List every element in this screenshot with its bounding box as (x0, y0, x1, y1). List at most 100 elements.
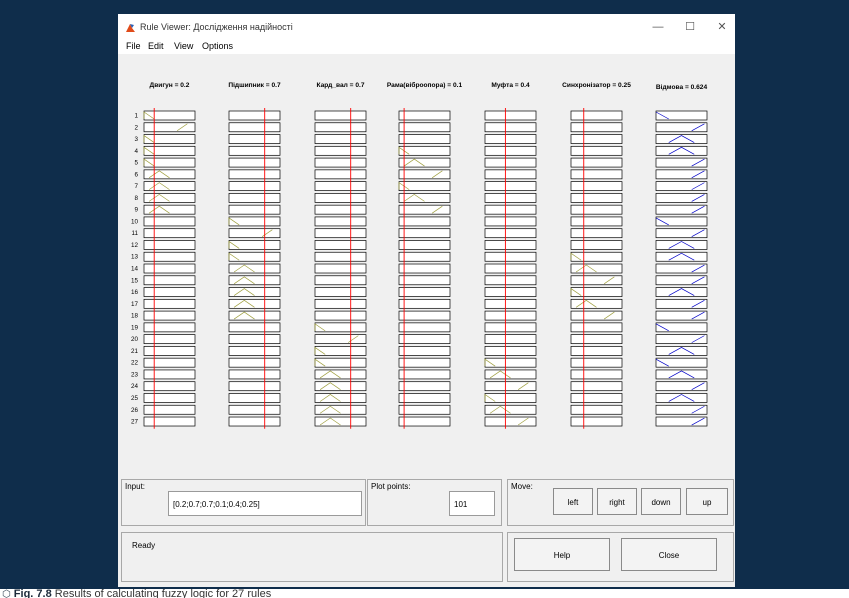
rule-input-box (143, 357, 196, 368)
rule-number: 3 (134, 136, 138, 143)
rule-number: 14 (131, 266, 139, 273)
rule-input-box (570, 357, 623, 368)
rule-input-box (398, 298, 451, 309)
rule-input-box (398, 369, 451, 380)
rule-number: 22 (131, 360, 139, 367)
rule-input-box (484, 322, 537, 333)
rule-input-box (570, 322, 623, 333)
rule-input-box (314, 287, 367, 297)
rule-input-box (314, 122, 367, 133)
move-down-button[interactable]: down (641, 488, 681, 515)
rule-input-box (484, 287, 537, 297)
rule-input-box (143, 334, 196, 344)
rule-number: 8 (134, 195, 138, 202)
rule-input-box (484, 145, 537, 156)
figure-caption: ⬡ Fig. 7.8 Results of calculating fuzzy … (0, 589, 849, 598)
rule-number: 24 (131, 383, 139, 390)
rule-input-box (228, 381, 281, 392)
rule-input-box (398, 416, 451, 427)
rule-input-box (228, 322, 281, 333)
menu-bar: File Edit View Options (118, 40, 735, 54)
rules-plot: Двигун = 0.2 Підшипник = 0.7 Кард_вал = 0.… (131, 81, 708, 429)
plot-points-label: Plot points: (371, 482, 411, 491)
rule-input-box (143, 287, 196, 297)
rule-number: 13 (131, 254, 139, 261)
rule-input-box (143, 251, 196, 262)
move-up-button[interactable]: up (686, 488, 728, 515)
rule-input-box (570, 181, 623, 191)
caption-text: Results of calculating fuzzy logic for 2… (51, 589, 272, 598)
rule-input-box (314, 145, 367, 156)
rule-input-box (570, 193, 623, 203)
rule-input-box (484, 216, 537, 227)
rule-input-box (228, 357, 281, 368)
help-button[interactable]: Help (514, 538, 610, 571)
rule-input-box (143, 216, 196, 227)
rule-input-box (398, 122, 451, 133)
rule-input-box (228, 404, 281, 415)
rule-output-box (655, 357, 708, 368)
rule-output-box (655, 228, 708, 239)
close-button[interactable]: Close (621, 538, 717, 571)
rule-input-box (314, 251, 367, 262)
menu-options[interactable]: Options (202, 41, 233, 51)
input-panel: Input: [0.2;0.7;0.7;0.1;0.4;0.25] (121, 479, 366, 526)
rule-input-box (398, 393, 451, 403)
plot-points-field[interactable]: 101 (449, 491, 495, 516)
menu-view[interactable]: View (174, 41, 193, 51)
rule-output-box (655, 334, 708, 344)
rule-input-box (398, 145, 451, 156)
rule-input-box (398, 404, 451, 415)
rule-number: 11 (131, 230, 138, 237)
rule-input-box (484, 393, 537, 403)
rule-number: 7 (134, 183, 138, 190)
rule-input-box (570, 251, 623, 262)
rule-input-box (314, 216, 367, 227)
rule-output-box (655, 157, 708, 168)
rule-input-box (143, 393, 196, 403)
rule-input-box (143, 110, 196, 121)
menu-file[interactable]: File (126, 41, 141, 51)
rule-input-box (143, 145, 196, 156)
rule-output-box (655, 110, 708, 121)
rule-input-box (314, 275, 367, 286)
maximize-icon[interactable]: ☐ (677, 17, 703, 37)
move-right-button[interactable]: right (597, 488, 637, 515)
rule-input-box (570, 334, 623, 344)
close-window-icon[interactable]: ✕ (709, 17, 735, 37)
menu-edit[interactable]: Edit (148, 41, 164, 51)
rule-input-box (484, 228, 537, 239)
rule-input-box (570, 110, 623, 121)
rule-output-box (655, 298, 708, 309)
rule-input-box (228, 216, 281, 227)
rule-input-box (314, 240, 367, 250)
rule-number: 18 (131, 313, 139, 320)
rules-plot-area: Двигун = 0.2 Підшипник = 0.7 Кард_вал = 0.… (118, 54, 735, 474)
move-label: Move: (511, 482, 533, 491)
rule-input-box (143, 381, 196, 392)
output-column-header: Відмова = 0.624 (656, 83, 708, 91)
status-text: Ready (132, 541, 156, 550)
rule-input-box (314, 298, 367, 309)
rule-output-box (655, 322, 708, 333)
rule-input-box (484, 181, 537, 191)
status-panel: Ready (121, 532, 503, 582)
move-left-button[interactable]: left (553, 488, 593, 515)
rule-input-box (143, 322, 196, 333)
rule-output-box (655, 310, 708, 321)
rule-input-box (484, 298, 537, 309)
rule-number: 21 (131, 348, 139, 355)
rule-input-box (484, 346, 537, 356)
rule-number: 10 (131, 218, 139, 225)
title-bar[interactable]: Rule Viewer: Дослідження надійності — ☐ … (118, 14, 735, 40)
input-column-header: Підшипник = 0.7 (228, 81, 281, 89)
minimize-icon[interactable]: — (645, 17, 671, 37)
rule-number: 17 (131, 301, 139, 308)
rule-input-box (570, 228, 623, 239)
rule-input-box (314, 193, 367, 203)
rule-output-box (655, 169, 708, 180)
input-vector-field[interactable]: [0.2;0.7;0.7;0.1;0.4;0.25] (168, 491, 362, 516)
rule-number: 4 (134, 148, 138, 155)
caption-figure-number: Fig. 7.8 (13, 589, 52, 598)
book-icon: ⬡ (2, 589, 11, 598)
